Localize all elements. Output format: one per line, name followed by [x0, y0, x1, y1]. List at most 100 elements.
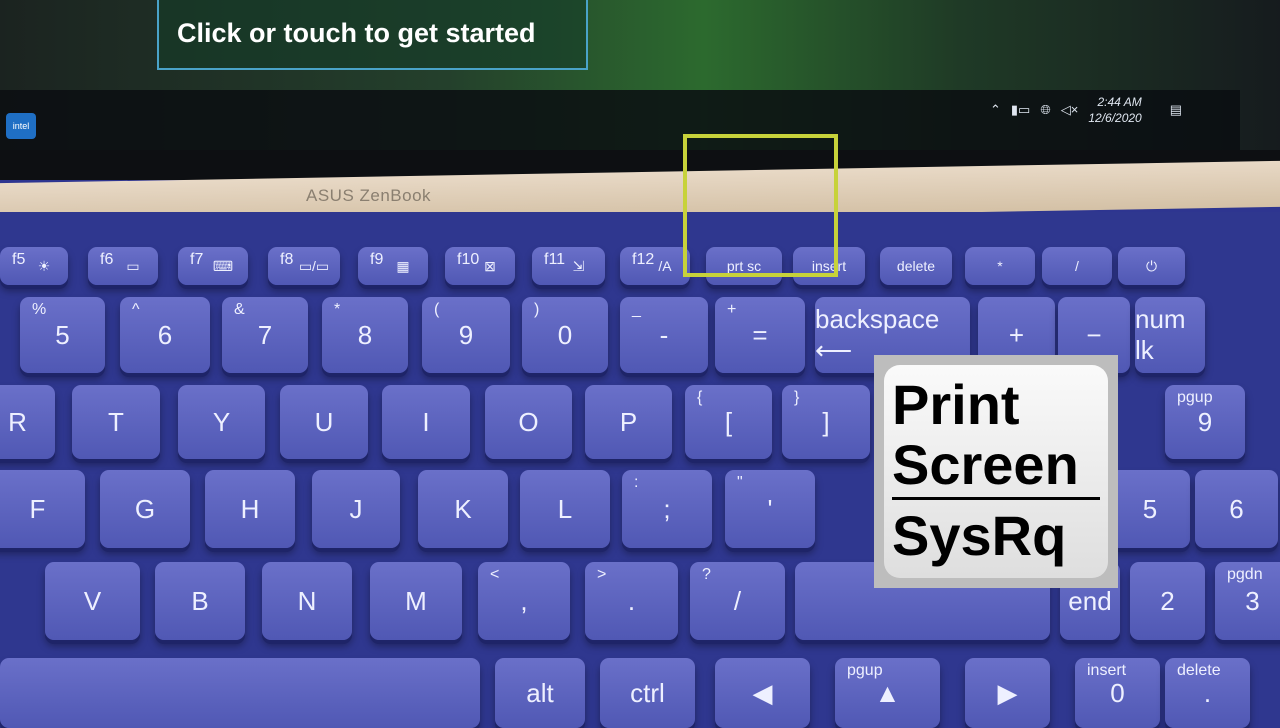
key-label: P: [619, 406, 638, 437]
key-bottom-0[interactable]: V: [45, 562, 140, 640]
key-label: 3: [1245, 585, 1260, 616]
key-fn-11[interactable]: *: [965, 247, 1035, 285]
key-label: 6: [157, 319, 173, 350]
mute-icon[interactable]: ◁×: [1061, 102, 1079, 118]
key-top-8[interactable]: }]: [782, 385, 870, 459]
key-fn-12[interactable]: /: [1042, 247, 1112, 285]
get-started-banner[interactable]: Click or touch to get started: [157, 0, 588, 70]
callout-line-2: Screen: [892, 433, 1079, 496]
key-label: 8: [357, 319, 373, 350]
globe-icon[interactable]: 🌐︎: [1040, 102, 1050, 118]
key-bottom-1[interactable]: B: [155, 562, 245, 640]
key-fn-5[interactable]: f10 ⊠: [445, 247, 515, 285]
key-last-6[interactable]: insert 0: [1075, 658, 1160, 728]
key-label: V: [83, 585, 102, 616]
key-bottom-2[interactable]: N: [262, 562, 352, 640]
key-secondary-label: pgdn: [1227, 566, 1263, 583]
key-num-7[interactable]: + =: [715, 297, 805, 373]
key-fn-0[interactable]: f5 ☀: [0, 247, 68, 285]
key-top-6[interactable]: P: [585, 385, 672, 459]
key-top-0[interactable]: R: [0, 385, 55, 459]
key-fn-6[interactable]: f11 ⇲: [532, 247, 605, 285]
key-fn-7[interactable]: f12/A: [620, 247, 690, 285]
key-last-4[interactable]: pgup ▲: [835, 658, 940, 728]
battery-icon[interactable]: ▮▭: [1011, 102, 1030, 118]
key-bottom-10[interactable]: pgdn 3: [1215, 562, 1280, 640]
key-fn-1[interactable]: f6 ▭: [88, 247, 158, 285]
key-fn-3[interactable]: f8 ▭/▭: [268, 247, 340, 285]
key-label: 0: [1110, 677, 1125, 708]
key-home-5[interactable]: L: [520, 470, 610, 548]
key-secondary-label: f9: [370, 251, 384, 268]
key-fn-4[interactable]: f9 ▦: [358, 247, 428, 285]
key-last-5[interactable]: ▶: [965, 658, 1050, 728]
print-screen-key-illustration: Print Screen SysRq: [884, 365, 1108, 578]
key-num-6[interactable]: _ -: [620, 297, 708, 373]
intel-icon[interactable]: intel: [6, 113, 36, 139]
key-last-3[interactable]: ◀: [715, 658, 810, 728]
key-label: 6: [1229, 493, 1244, 524]
key-fn-13[interactable]: ⏻: [1118, 247, 1185, 285]
key-label: *: [997, 258, 1003, 274]
clock[interactable]: 2:44 AM 12/6/2020: [1088, 94, 1141, 126]
key-label: =: [752, 319, 768, 350]
key-num-4[interactable]: (9: [422, 297, 510, 373]
key-label: alt: [526, 677, 554, 708]
key-num-0[interactable]: % 5: [20, 297, 105, 373]
key-secondary-label: }: [794, 389, 800, 406]
key-label: ▭: [126, 257, 140, 274]
chevron-up-icon[interactable]: ⌃: [990, 102, 1001, 118]
key-secondary-label: delete: [1177, 662, 1221, 679]
key-top-2[interactable]: Y: [178, 385, 265, 459]
key-bottom-3[interactable]: M: [370, 562, 462, 640]
key-secondary-label: _: [632, 301, 641, 318]
key-home-8[interactable]: 5: [1110, 470, 1190, 548]
key-bottom-6[interactable]: ? /: [690, 562, 785, 640]
key-top-1[interactable]: T: [72, 385, 160, 459]
key-home-2[interactable]: H: [205, 470, 295, 548]
key-label: [: [724, 406, 733, 437]
key-label: /A: [658, 258, 672, 274]
key-secondary-label: ): [534, 301, 540, 318]
key-top-9[interactable]: pgup 9: [1165, 385, 1245, 459]
key-last-1[interactable]: alt: [495, 658, 585, 728]
key-top-7[interactable]: {[: [685, 385, 772, 459]
key-num-1[interactable]: ^ 6: [120, 297, 210, 373]
key-home-3[interactable]: J: [312, 470, 400, 548]
key-fn-10[interactable]: delete: [880, 247, 952, 285]
key-label: ▲: [874, 677, 901, 708]
key-home-0[interactable]: F: [0, 470, 85, 548]
key-label: num lk: [1135, 304, 1186, 365]
key-num-2[interactable]: & 7: [222, 297, 308, 373]
key-secondary-label: ^: [132, 301, 140, 318]
brand-logo: ASUS ZenBook: [306, 186, 432, 205]
key-num-3[interactable]: * 8: [322, 297, 408, 373]
key-top-5[interactable]: O: [485, 385, 572, 459]
key-label: ▭/▭: [298, 257, 330, 274]
key-secondary-label: f6: [100, 251, 114, 268]
key-last-0[interactable]: [0, 658, 480, 728]
key-fn-2[interactable]: f7 ⌨: [178, 247, 248, 285]
highlight-box: [683, 134, 838, 277]
key-last-2[interactable]: ctrl: [600, 658, 695, 728]
key-top-4[interactable]: I: [382, 385, 470, 459]
key-home-4[interactable]: K: [418, 470, 508, 548]
key-bottom-9[interactable]: 2: [1130, 562, 1205, 640]
key-bottom-4[interactable]: <,: [478, 562, 570, 640]
key-label: ,: [520, 585, 528, 616]
key-top-3[interactable]: U: [280, 385, 368, 459]
key-label: B: [191, 585, 209, 616]
key-label: -: [659, 319, 669, 350]
key-label: −: [1086, 319, 1102, 350]
key-home-6[interactable]: :;: [622, 470, 712, 548]
key-last-7[interactable]: delete.: [1165, 658, 1250, 728]
key-secondary-label: <: [490, 566, 500, 583]
key-num-11[interactable]: num lk: [1135, 297, 1205, 373]
key-home-7[interactable]: " ': [725, 470, 815, 548]
key-bottom-5[interactable]: >.: [585, 562, 678, 640]
notification-icon[interactable]: ▤: [1170, 102, 1182, 118]
key-home-9[interactable]: 6: [1195, 470, 1278, 548]
key-home-1[interactable]: G: [100, 470, 190, 548]
key-label: R: [8, 406, 27, 437]
key-num-5[interactable]: ) 0: [522, 297, 608, 373]
